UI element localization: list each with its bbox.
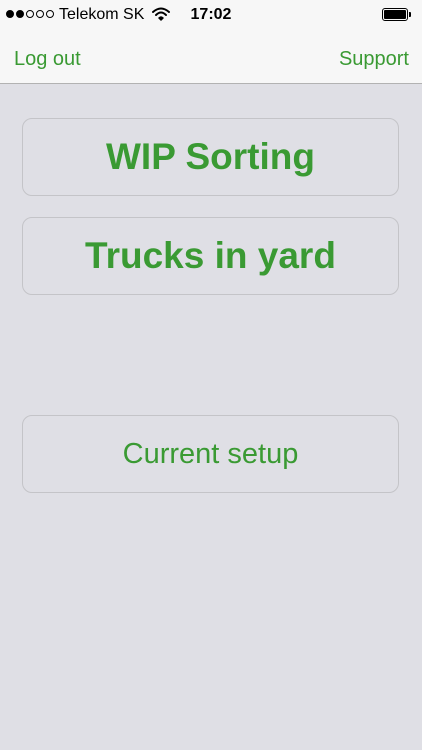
trucks-in-yard-button[interactable]: Trucks in yard	[22, 217, 399, 295]
status-time: 17:02	[190, 6, 232, 23]
status-bar: Telekom SK 17:02	[0, 0, 422, 30]
navigation-bar: Log out Support	[0, 30, 422, 84]
wip-sorting-button[interactable]: WIP Sorting	[22, 118, 399, 196]
current-setup-button[interactable]: Current setup	[22, 415, 399, 493]
support-button[interactable]: Support	[339, 47, 409, 71]
log-out-button[interactable]: Log out	[14, 47, 81, 71]
battery-full-icon	[382, 8, 412, 22]
